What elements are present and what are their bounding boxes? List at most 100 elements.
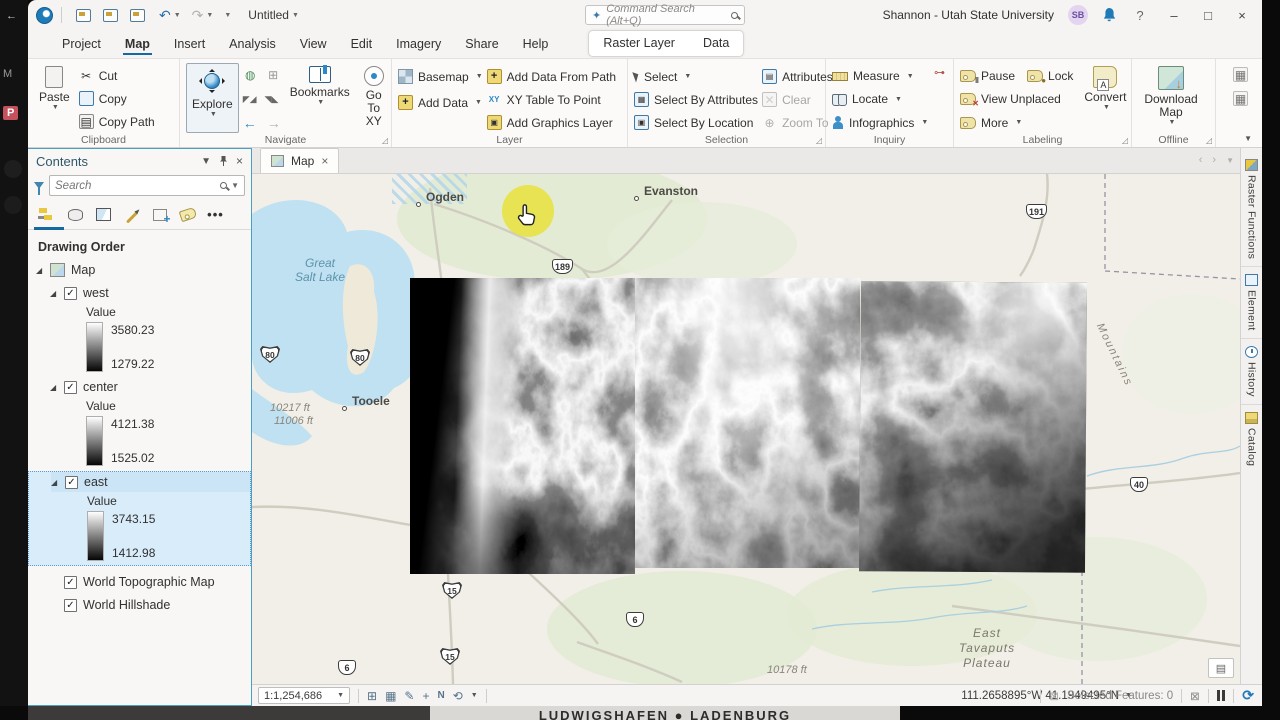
rotate-tool-icon[interactable]: ⟲ — [453, 689, 463, 703]
selection-dialog-launcher-icon[interactable]: ◿ — [816, 136, 822, 145]
utility-network-trace-icon[interactable]: ⊶ — [932, 65, 947, 80]
tab-share[interactable]: Share — [453, 32, 510, 58]
select-button[interactable]: Select ▼ — [632, 66, 758, 87]
tab-raster-functions[interactable]: Raster Functions — [1241, 152, 1262, 268]
tree-item-layer-center[interactable]: ◢ center — [50, 377, 251, 397]
redo-dropdown-icon[interactable]: ▼ — [206, 12, 213, 19]
fixed-zoom-out-icon[interactable]: ◥◣ — [265, 94, 279, 105]
add-data-button[interactable]: Add Data ▼ — [398, 92, 483, 113]
add-graphics-layer-button[interactable]: ▣ Add Graphics Layer — [486, 112, 616, 133]
maximize-button[interactable]: □ — [1198, 8, 1218, 23]
clear-selection-button[interactable]: ✕ Clear — [762, 89, 833, 110]
add-data-from-path-button[interactable]: Add Data From Path — [486, 66, 616, 87]
tree-item-world-hillshade[interactable]: World Hillshade — [50, 595, 251, 615]
select-by-attributes-button[interactable]: ▦ Select By Attributes — [634, 89, 758, 110]
select-by-location-button[interactable]: ▣ Select By Location — [634, 112, 758, 133]
tab-view[interactable]: View — [288, 32, 339, 58]
layer-checkbox[interactable] — [64, 286, 77, 300]
notifications-bell-icon[interactable] — [1102, 7, 1116, 23]
close-pane-icon[interactable]: × — [236, 154, 243, 168]
infographics-button[interactable]: Infographics ▼ — [832, 113, 928, 133]
expand-icon[interactable]: ◢ — [50, 289, 58, 298]
locate-button[interactable]: Locate ▼ — [832, 89, 928, 109]
tab-analysis[interactable]: Analysis — [217, 32, 288, 58]
next-extent-icon[interactable]: → — [267, 115, 281, 131]
list-by-drawing-order-tab[interactable] — [38, 206, 57, 223]
previous-extent-icon[interactable]: ← — [243, 115, 257, 131]
download-map-button[interactable]: Download Map ▼ — [1138, 63, 1204, 133]
search-options-chevron-icon[interactable]: ▼ — [231, 181, 239, 190]
list-by-labeling-tab[interactable] — [178, 206, 197, 223]
help-icon[interactable]: ? — [1130, 8, 1150, 23]
tab-edit[interactable]: Edit — [339, 32, 385, 58]
list-by-snapping-tab[interactable] — [150, 206, 171, 226]
tab-map[interactable]: Map — [113, 32, 162, 58]
account-name[interactable]: Shannon - Utah State University — [883, 8, 1054, 22]
layer-checkbox[interactable] — [64, 380, 77, 394]
remove-download-icon[interactable]: ▦ — [1233, 91, 1248, 106]
layer-checkbox[interactable] — [64, 598, 77, 612]
contents-search-box[interactable]: ▼ — [49, 175, 245, 196]
bookmarks-button[interactable]: Bookmarks ▼ — [285, 63, 355, 133]
tree-item-layer-east[interactable]: ◢ east — [51, 472, 250, 492]
basemap-button[interactable]: Basemap ▼ — [398, 66, 483, 87]
explore-button[interactable]: Explore ▼ — [186, 63, 239, 133]
view-unplaced-button[interactable]: ✕ View Unplaced — [960, 89, 1073, 109]
tab-help[interactable]: Help — [511, 32, 561, 58]
import-icon[interactable] — [76, 8, 91, 22]
tab-raster-layer[interactable]: Raster Layer — [589, 31, 689, 56]
go-to-xy-button[interactable]: Go To XY — [359, 63, 389, 133]
zoom-to-selection-button[interactable]: ⊕ Zoom To — [762, 112, 833, 133]
list-by-data-source-tab[interactable] — [66, 206, 85, 223]
tab-insert[interactable]: Insert — [162, 32, 217, 58]
edit-sketch-icon[interactable]: ✎ — [404, 689, 414, 703]
copy-button[interactable]: Copy — [78, 88, 155, 109]
layer-checkbox[interactable] — [64, 575, 77, 589]
paste-button[interactable]: Paste ▼ — [34, 63, 75, 133]
full-extent-icon[interactable]: ◍ — [243, 68, 258, 83]
expand-icon[interactable]: ◢ — [51, 478, 59, 487]
tab-data[interactable]: Data — [689, 31, 743, 56]
clear-selection-icon[interactable]: ⊠ — [1190, 689, 1200, 703]
crosshair-icon[interactable]: + — [422, 689, 429, 703]
layer-checkbox[interactable] — [65, 475, 78, 489]
close-button[interactable]: × — [1232, 8, 1252, 23]
tab-catalog[interactable]: Catalog — [1241, 405, 1262, 473]
save-project-icon[interactable] — [130, 8, 145, 22]
tree-item-world-topographic[interactable]: World Topographic Map — [50, 572, 251, 592]
tab-element[interactable]: Element — [1241, 267, 1262, 339]
tab-project[interactable]: Project — [50, 32, 113, 58]
close-tab-icon[interactable]: × — [321, 154, 328, 168]
measure-button[interactable]: Measure ▼ — [832, 66, 928, 86]
map-view-tab[interactable]: Map × — [260, 148, 340, 173]
tree-item-layer-west[interactable]: ◢ west — [50, 283, 251, 303]
command-search-input[interactable]: ✦ Command Search (Alt+Q) — [585, 3, 745, 27]
tab-list-chevron-icon[interactable]: ▼ — [1226, 154, 1234, 166]
project-title-dropdown-icon[interactable]: ▼ — [292, 12, 299, 19]
convert-labels-button[interactable]: Convert ▼ — [1079, 63, 1131, 133]
undo-icon[interactable]: ↶ — [159, 7, 171, 24]
map-scale-selector[interactable]: 1:1,254,686 ▼ — [258, 687, 350, 704]
offline-dialog-launcher-icon[interactable]: ◿ — [1206, 136, 1212, 145]
quick-access-customize-icon[interactable]: ▼ — [224, 12, 231, 19]
expand-icon[interactable]: ◢ — [36, 266, 44, 275]
sync-layer-icon[interactable]: ▦ — [1233, 67, 1248, 82]
pin-icon[interactable] — [219, 155, 228, 167]
attribute-table-icon[interactable]: ▦ — [385, 689, 396, 703]
minimize-button[interactable]: – — [1164, 8, 1184, 23]
attributes-button[interactable]: ▤ Attributes — [762, 66, 833, 87]
xy-table-to-point-button[interactable]: XY XY Table To Point — [487, 89, 616, 110]
labeling-dialog-launcher-icon[interactable]: ◿ — [1122, 136, 1128, 145]
avatar[interactable]: SB — [1068, 5, 1088, 25]
pane-options-chevron-icon[interactable]: ▼ — [201, 156, 211, 167]
tree-item-map[interactable]: ◢ Map — [36, 260, 251, 280]
list-by-selection-tab[interactable] — [94, 206, 113, 223]
pause-drawing-icon[interactable] — [1216, 690, 1226, 701]
copy-path-button[interactable]: ▤ Copy Path — [78, 111, 155, 132]
lock-labels-button[interactable]: ● Lock — [1027, 69, 1073, 85]
snapping-icon[interactable]: N — [437, 690, 444, 701]
undo-dropdown-icon[interactable]: ▼ — [174, 12, 181, 19]
scroll-tabs-right-icon[interactable]: › — [1212, 154, 1216, 166]
refresh-icon[interactable]: ⟳ — [1242, 687, 1254, 704]
more-tabs-ellipsis[interactable]: ••• — [206, 206, 225, 223]
